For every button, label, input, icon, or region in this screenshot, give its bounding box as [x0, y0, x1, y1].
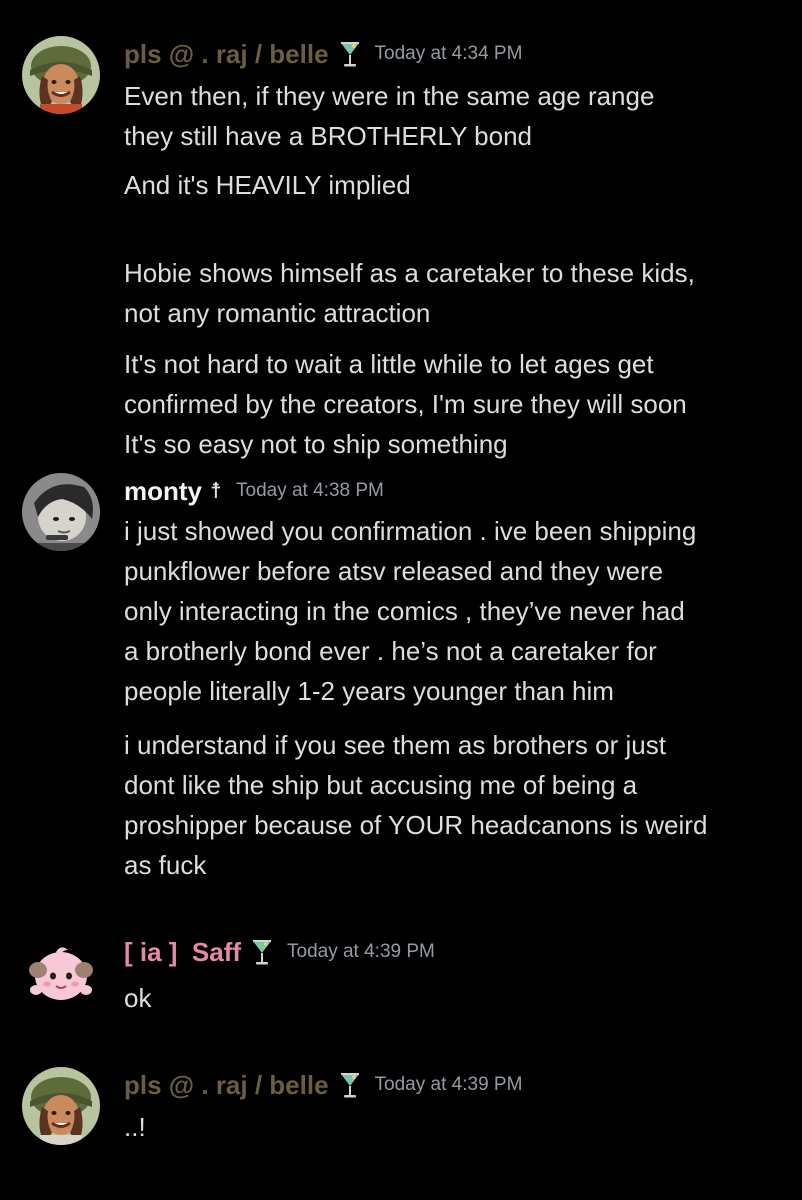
message-text-line: It's so easy not to ship something: [124, 429, 508, 459]
message-text-line: confirmed by the creators, I'm sure they…: [124, 389, 687, 419]
message-paragraph: And it's HEAVILY implied: [124, 165, 784, 205]
message-text-line: people literally 1-2 years younger than …: [124, 676, 614, 706]
message-text-line: dont like the ship but accusing me of be…: [124, 770, 638, 800]
user-avatar[interactable]: [22, 934, 100, 1012]
username[interactable]: pls @ . raj / belle: [124, 1070, 329, 1101]
message-text-line: i understand if you see them as brothers…: [124, 730, 666, 760]
message-text-line: only interacting in the comics , they’ve…: [124, 596, 685, 626]
message-paragraph: ok: [124, 978, 784, 1018]
message-text-line: as fuck: [124, 850, 207, 880]
message-text-line: Hobie shows himself as a caretaker to th…: [124, 258, 695, 288]
message-text-line: Even then, if they were in the same age …: [124, 81, 655, 111]
message-paragraph: i understand if you see them as brothers…: [124, 725, 784, 885]
message-header: monty ☨ Today at 4:38 PM: [124, 473, 384, 509]
message-timestamp[interactable]: Today at 4:38 PM: [236, 480, 384, 502]
message-text-line: a brotherly bond ever . he’s not a caret…: [124, 636, 657, 666]
message-timestamp[interactable]: Today at 4:34 PM: [375, 43, 523, 65]
message-text-line: proshipper because of YOUR headcanons is…: [124, 810, 708, 840]
username[interactable]: pls @ . raj / belle: [124, 39, 329, 70]
cocktail-icon: [339, 1071, 361, 1099]
message-text-line: not any romantic attraction: [124, 298, 431, 328]
user-avatar[interactable]: [22, 36, 100, 114]
message-text-line: And it's HEAVILY implied: [124, 170, 411, 200]
message-text-line: It's not hard to wait a little while to …: [124, 349, 654, 379]
message-text-line: ok: [124, 983, 152, 1013]
cocktail-icon: [251, 938, 273, 966]
message-paragraph: Even then, if they were in the same age …: [124, 76, 784, 156]
message-text-line: punkflower before atsv released and they…: [124, 556, 664, 586]
user-avatar[interactable]: [22, 473, 100, 551]
message-paragraph: i just showed you confirmation . ive bee…: [124, 511, 784, 711]
message-timestamp[interactable]: Today at 4:39 PM: [287, 941, 435, 963]
cocktail-icon: [339, 40, 361, 68]
message-header: pls @ . raj / belle Today at 4:39 PM: [124, 1067, 522, 1103]
cross-icon: ☨: [210, 478, 222, 504]
message-paragraph: Hobie shows himself as a caretaker to th…: [124, 253, 784, 333]
username[interactable]: [ ia ] Saff: [124, 937, 241, 968]
user-avatar[interactable]: [22, 1067, 100, 1145]
message-paragraph: ..!: [124, 1107, 784, 1147]
message-text-line: they still have a BROTHERLY bond: [124, 121, 533, 151]
username[interactable]: monty: [124, 476, 202, 507]
message-text-line: i just showed you confirmation . ive bee…: [124, 516, 697, 546]
message-text-line: ..!: [124, 1112, 146, 1142]
message-paragraph: It's not hard to wait a little while to …: [124, 344, 784, 464]
message-timestamp[interactable]: Today at 4:39 PM: [375, 1074, 523, 1096]
message-header: pls @ . raj / belle Today at 4:34 PM: [124, 36, 522, 72]
message-header: [ ia ] Saff Today at 4:39 PM: [124, 934, 435, 970]
